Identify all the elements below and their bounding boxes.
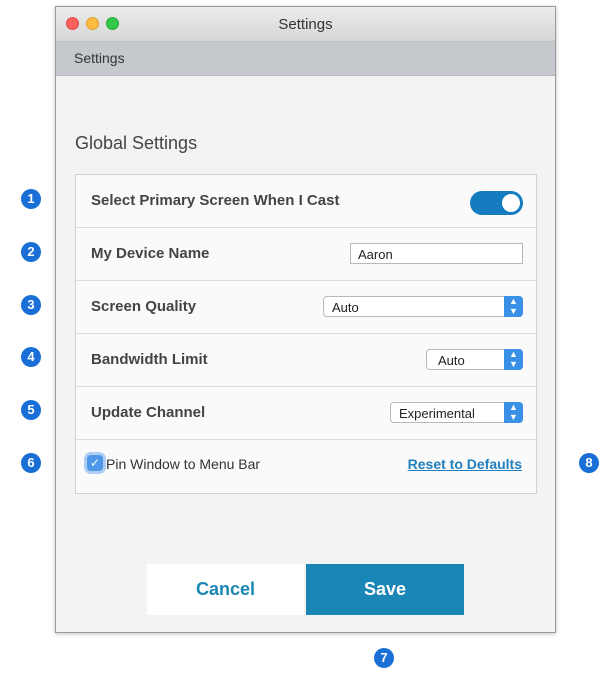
primary-screen-label: Select Primary Screen When I Cast <box>91 192 340 209</box>
updown-arrows-icon: ▲ ▼ <box>504 349 523 370</box>
updown-arrows-icon: ▲ ▼ <box>504 296 523 317</box>
updown-arrows-icon: ▲ ▼ <box>504 402 523 423</box>
row-bandwidth-limit: Bandwidth Limit Auto ▲ ▼ <box>76 334 536 387</box>
device-name-label: My Device Name <box>91 245 210 262</box>
window-title: Settings <box>278 16 333 33</box>
callout-badge-7: 7 <box>374 648 394 668</box>
subbar-title: Settings <box>74 50 125 66</box>
primary-screen-toggle[interactable] <box>470 191 523 215</box>
settings-panel: Select Primary Screen When I Cast My Dev… <box>75 174 537 494</box>
row-screen-quality: Screen Quality Auto ▲ ▼ <box>76 281 536 334</box>
callout-badge-1: 1 <box>21 189 41 209</box>
bandwidth-limit-value: Auto <box>438 353 465 368</box>
update-channel-value: Experimental <box>399 406 475 421</box>
callout-badge-6: 6 <box>21 453 41 473</box>
row-update-channel: Update Channel Experimental ▲ ▼ <box>76 387 536 440</box>
section-title: Global Settings <box>75 133 198 153</box>
bandwidth-limit-select[interactable]: Auto ▲ ▼ <box>426 349 523 370</box>
row-footer: ✓ Pin Window to Menu Bar Reset to Defaul… <box>76 440 536 493</box>
screen-quality-select[interactable]: Auto ▲ ▼ <box>323 296 523 317</box>
callout-badge-8: 8 <box>579 453 599 473</box>
callout-badge-2: 2 <box>21 242 41 262</box>
settings-subbar: Settings <box>56 42 555 76</box>
update-channel-select[interactable]: Experimental ▲ ▼ <box>390 402 523 423</box>
toggle-knob <box>502 194 520 212</box>
update-channel-label: Update Channel <box>91 404 206 421</box>
callout-badge-5: 5 <box>21 400 41 420</box>
settings-content: Global Settings Select Primary Screen Wh… <box>56 76 555 632</box>
row-device-name: My Device Name Aaron <box>76 228 536 281</box>
screen-quality-label: Screen Quality <box>91 298 197 315</box>
reset-to-defaults-link[interactable]: Reset to Defaults <box>408 456 522 472</box>
pin-window-label[interactable]: Pin Window to Menu Bar <box>106 456 260 472</box>
device-name-input[interactable]: Aaron <box>350 243 523 264</box>
callout-badge-3: 3 <box>21 295 41 315</box>
bandwidth-limit-label: Bandwidth Limit <box>91 351 208 368</box>
screen-quality-value: Auto <box>332 300 359 315</box>
save-button[interactable]: Save <box>306 564 464 615</box>
title-bar: Settings <box>56 7 555 42</box>
row-primary-screen: Select Primary Screen When I Cast <box>76 175 536 228</box>
cancel-button[interactable]: Cancel <box>147 564 304 615</box>
pin-window-checkbox[interactable]: ✓ <box>87 455 103 471</box>
settings-window: Settings Settings Global Settings Select… <box>55 6 556 633</box>
callout-badge-4: 4 <box>21 347 41 367</box>
